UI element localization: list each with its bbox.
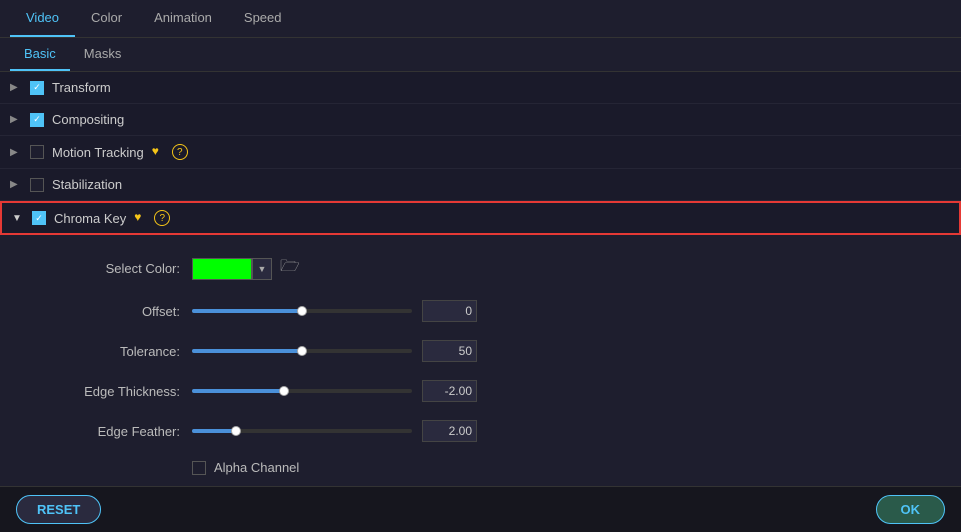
section-motion-tracking[interactable]: ▶ Motion Tracking ♥ ? [0,136,961,169]
ok-button[interactable]: OK [876,495,946,524]
arrow-stabilization: ▶ [10,179,24,190]
tab-masks[interactable]: Masks [70,38,136,71]
main-content: ▶ Transform ▶ Compositing ▶ Motion Track… [0,72,961,486]
section-compositing[interactable]: ▶ Compositing [0,104,961,136]
label-chroma-key: Chroma Key [54,211,126,226]
select-color-label: Select Color: [40,261,180,276]
tolerance-slider[interactable] [192,349,412,353]
arrow-motion-tracking: ▶ [10,147,24,158]
arrow-transform: ▶ [10,82,24,93]
tolerance-row: Tolerance: 50 [40,340,921,362]
edge-feather-row: Edge Feather: 2.00 [40,420,921,442]
section-chroma-key[interactable]: ▼ Chroma Key ♥ ? [0,201,961,235]
tab-basic[interactable]: Basic [10,38,70,71]
tolerance-label: Tolerance: [40,344,180,359]
alpha-channel-row: Alpha Channel [192,460,921,475]
color-dropdown-arrow[interactable]: ▼ [252,258,272,280]
checkbox-chroma-key[interactable] [32,211,46,225]
edge-thickness-slider[interactable] [192,389,412,393]
edge-feather-label: Edge Feather: [40,424,180,439]
section-stabilization[interactable]: ▶ Stabilization [0,169,961,201]
color-swatch[interactable] [192,258,252,280]
label-compositing: Compositing [52,112,124,127]
sub-tabs: Basic Masks [0,38,961,72]
eyedropper-icon[interactable]: 🗁 [280,255,300,282]
label-motion-tracking: Motion Tracking [52,145,144,160]
select-color-row: Select Color: ▼ 🗁 [40,255,921,282]
chroma-key-panel: Select Color: ▼ 🗁 Offset: 0 Tolerance: 5 [0,235,961,486]
edge-feather-value[interactable]: 2.00 [422,420,477,442]
question-icon-motion-tracking[interactable]: ? [172,144,188,160]
reset-button[interactable]: RESET [16,495,101,524]
heart-icon-motion-tracking: ♥ [152,144,168,160]
tolerance-value[interactable]: 50 [422,340,477,362]
offset-label: Offset: [40,304,180,319]
checkbox-motion-tracking[interactable] [30,145,44,159]
offset-slider[interactable] [192,309,412,313]
question-icon-chroma-key[interactable]: ? [154,210,170,226]
edge-thickness-row: Edge Thickness: -2.00 [40,380,921,402]
edge-thickness-label: Edge Thickness: [40,384,180,399]
tab-animation[interactable]: Animation [138,0,228,37]
checkbox-transform[interactable] [30,81,44,95]
offset-row: Offset: 0 [40,300,921,322]
tab-speed[interactable]: Speed [228,0,298,37]
offset-value[interactable]: 0 [422,300,477,322]
label-transform: Transform [52,80,111,95]
tab-color[interactable]: Color [75,0,138,37]
top-tabs: Video Color Animation Speed [0,0,961,38]
edge-thickness-value[interactable]: -2.00 [422,380,477,402]
checkbox-stabilization[interactable] [30,178,44,192]
alpha-channel-checkbox[interactable] [192,461,206,475]
color-picker: ▼ 🗁 [192,255,300,282]
tab-video[interactable]: Video [10,0,75,37]
section-transform[interactable]: ▶ Transform [0,72,961,104]
arrow-chroma-key: ▼ [12,213,26,224]
alpha-channel-label: Alpha Channel [214,460,299,475]
arrow-compositing: ▶ [10,114,24,125]
edge-feather-slider[interactable] [192,429,412,433]
label-stabilization: Stabilization [52,177,122,192]
checkbox-compositing[interactable] [30,113,44,127]
bottom-bar: RESET OK [0,486,961,532]
heart-icon-chroma-key: ♥ [134,210,150,226]
